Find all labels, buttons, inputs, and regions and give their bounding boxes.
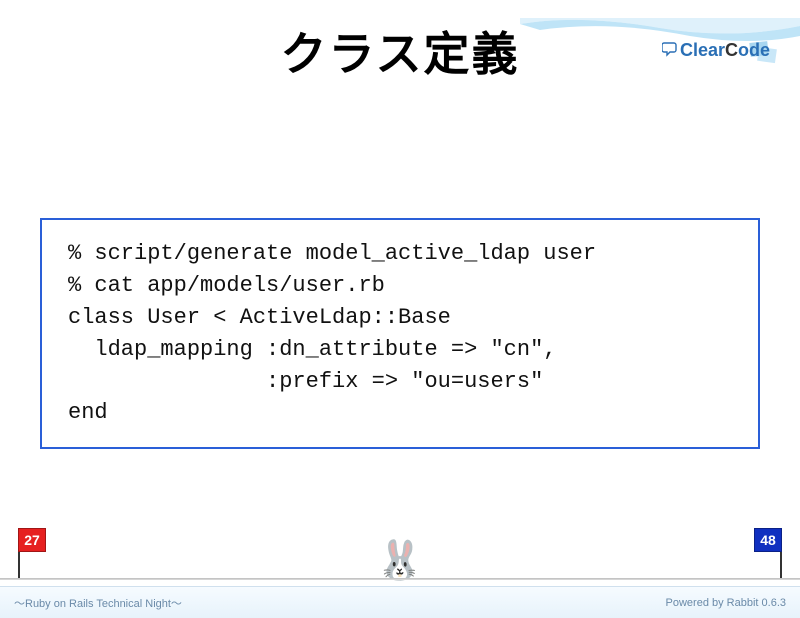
current-page-flag: 27 [18,528,46,578]
current-page-number: 27 [18,528,46,552]
speech-bubble-icon [662,41,678,62]
brand-logo: ClearCode [662,40,770,62]
total-page-number: 48 [754,528,782,552]
rabbit-icon: 🐰 [376,542,423,580]
progress-ground [0,578,800,580]
progress-bar: 27 🐰 48 [0,520,800,580]
code-block: % script/generate model_active_ldap user… [40,218,760,449]
footer-right-text: Powered by Rabbit 0.6.3 [666,597,786,609]
footer: ～Ruby on Rails Technical Night～ Powered … [0,586,800,618]
footer-left-text: ～Ruby on Rails Technical Night～ [14,595,182,611]
total-page-flag: 48 [754,528,782,578]
